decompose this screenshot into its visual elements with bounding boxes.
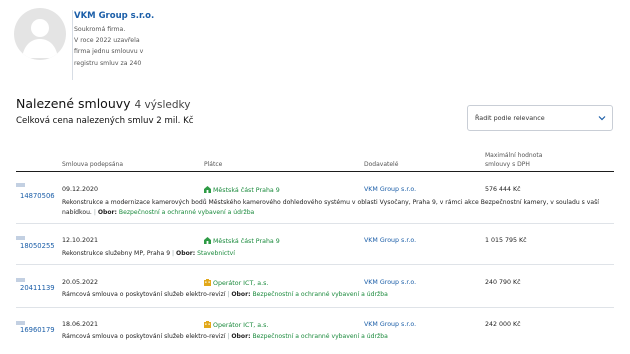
column-header-date: Smlouva podepsána: [62, 161, 123, 168]
row-description: Rámcová smlouva o poskytování služeb ele…: [62, 291, 388, 298]
results-count: 4 výsledky: [134, 99, 191, 111]
row-description: Rekonstrukce a modernizace kamerových bo…: [62, 199, 600, 216]
row-description: Rekonstrukce služebny MP, Praha 9 | Obor…: [62, 250, 235, 257]
field-link[interactable]: Bezpečnostní a ochranné vybavení a údržb…: [252, 333, 387, 340]
results-title: Nalezené smlouvy 4 výsledky: [16, 96, 191, 111]
total-price: Celková cena nalezených smluv 2 mil. Kč: [16, 116, 194, 126]
company-description: Soukromá firma. V roce 2022 uzavřela fir…: [74, 26, 144, 67]
row-amount: 240 790 Kč: [485, 279, 521, 286]
row-date: 12.10.2021: [62, 237, 99, 244]
row-amount: 242 000 Kč: [485, 321, 521, 328]
sort-dropdown[interactable]: Řadit podle relevance: [467, 105, 613, 131]
row-marker: [16, 183, 25, 187]
contract-id-link[interactable]: 16960179: [20, 326, 55, 334]
supplier-link[interactable]: Operátor ICT, a.s.: [204, 321, 268, 329]
vendor-link[interactable]: VKM Group s.r.o.: [364, 237, 416, 244]
sort-dropdown-label: Řadit podle relevance: [475, 114, 545, 122]
supplier-link[interactable]: Operátor ICT, a.s.: [204, 279, 268, 287]
contract-id-link[interactable]: 20411139: [20, 284, 55, 292]
company-icon: [204, 321, 211, 328]
row-marker: [16, 278, 25, 282]
vendor-link[interactable]: VKM Group s.r.o.: [364, 186, 416, 193]
card-divider: [72, 10, 73, 80]
row-date: 20.05.2022: [62, 279, 99, 286]
contract-id-link[interactable]: 14870506: [20, 192, 55, 200]
row-amount: 1 015 795 Kč: [485, 237, 527, 244]
company-card: VKM Group s.r.o. Soukromá firma. V roce …: [14, 8, 164, 80]
table-row: 20411139 20.05.2022 Operátor ICT, a.s. V…: [16, 265, 614, 308]
chevron-down-icon: [598, 116, 606, 121]
table-row: 18050255 12.10.2021 Městská část Praha 9…: [16, 224, 614, 265]
supplier-link[interactable]: Městská část Praha 9: [204, 186, 280, 194]
building-icon: [204, 186, 211, 193]
field-link[interactable]: Stavebnictví: [197, 250, 235, 257]
row-date: 18.06.2021: [62, 321, 99, 328]
row-date: 09.12.2020: [62, 186, 99, 193]
supplier-link[interactable]: Městská část Praha 9: [204, 237, 280, 245]
company-icon: [204, 279, 211, 286]
field-link[interactable]: Bezpečnostní a ochranné vybavení a údržb…: [119, 209, 254, 216]
table-row: 14870506 09.12.2020 Městská část Praha 9…: [16, 179, 614, 224]
person-avatar-icon: [14, 8, 66, 60]
row-description: Rámcová smlouva o poskytování služeb ele…: [62, 333, 388, 340]
table-header: Smlouva podepsána Plátce Dodavatelé Maxi…: [16, 148, 614, 172]
contract-id-link[interactable]: 18050255: [20, 242, 55, 250]
column-header-amount: Maximální hodnota smlouvy s DPH: [485, 152, 543, 168]
table-row: 16960179 18.06.2021 Operátor ICT, a.s. V…: [16, 308, 614, 354]
column-header-supplier: Plátce: [204, 161, 223, 168]
vendor-link[interactable]: VKM Group s.r.o.: [364, 279, 416, 286]
company-name-link[interactable]: VKM Group s.r.o.: [74, 11, 154, 21]
row-amount: 576 444 Kč: [485, 186, 521, 193]
column-header-vendor: Dodavatelé: [364, 161, 399, 168]
field-link[interactable]: Bezpečnostní a ochranné vybavení a údržb…: [252, 291, 387, 298]
row-marker: [16, 321, 25, 325]
row-marker: [16, 236, 25, 240]
building-icon: [204, 237, 211, 244]
vendor-link[interactable]: VKM Group s.r.o.: [364, 321, 416, 328]
